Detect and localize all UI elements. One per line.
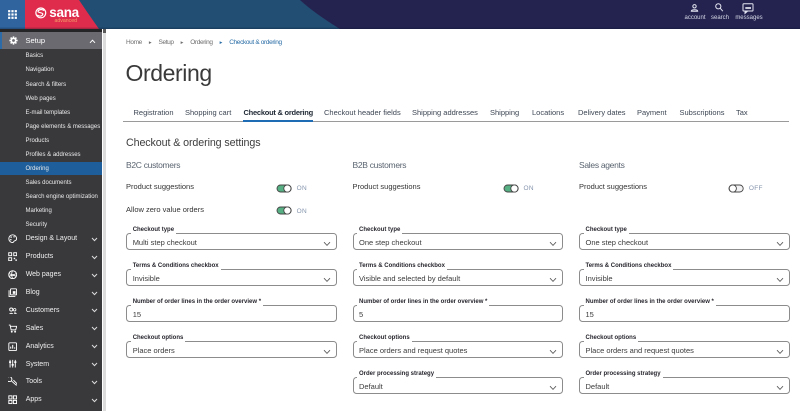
- svg-text:account: account: [684, 15, 705, 21]
- svg-text:search: search: [711, 15, 729, 21]
- svg-text:advanced: advanced: [55, 18, 78, 24]
- svg-text:messages: messages: [735, 15, 762, 21]
